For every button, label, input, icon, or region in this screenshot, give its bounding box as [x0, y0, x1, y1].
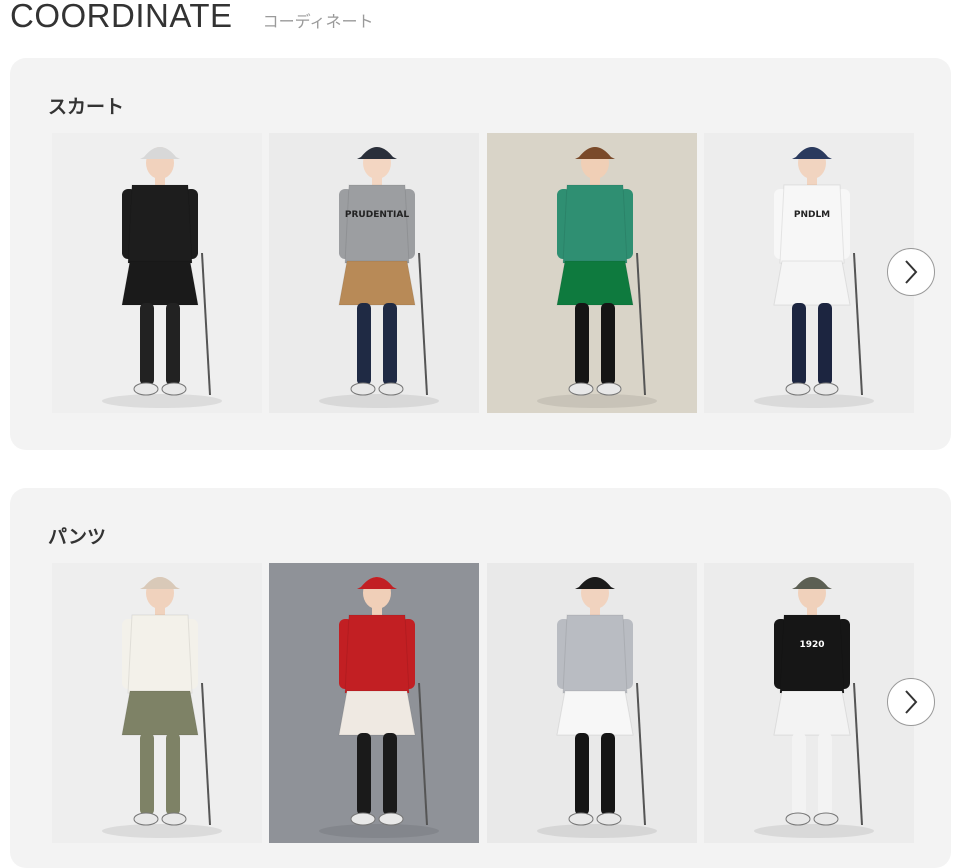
coordinate-photo-green-vest-green-skirt-look[interactable]: [487, 133, 697, 413]
coordinate-section-pants: パンツ 1920: [10, 488, 951, 868]
page-header: COORDINATE コーディネート: [10, 0, 373, 40]
section-title: スカート: [48, 96, 125, 118]
coordinate-photo-black-quilted-vest-skirt-look[interactable]: [52, 133, 262, 413]
coordinate-photo-white-long-vest-olive-pants-look[interactable]: [52, 563, 262, 843]
garment-print-text: PNDLM: [794, 210, 830, 220]
carousel-next-button[interactable]: [887, 248, 935, 296]
outfit-photo: [487, 563, 697, 843]
chevron-right-icon: [905, 690, 918, 714]
carousel-next-button[interactable]: [887, 678, 935, 726]
coordinate-photo-red-knit-white-shorts-look[interactable]: [269, 563, 479, 843]
coordinate-photo-patterned-sweater-white-skort-look[interactable]: [487, 563, 697, 843]
coordinate-photo-black-hoodie-white-pants-look[interactable]: 1920: [704, 563, 914, 843]
outfit-photo: [269, 563, 479, 843]
page-subtitle: コーディネート: [262, 12, 374, 31]
outfit-photo: [52, 563, 262, 843]
photo-carousel: 1920: [52, 563, 914, 843]
chevron-right-icon: [905, 260, 918, 284]
garment-print-text: 1920: [799, 640, 824, 650]
outfit-photo: PRUDENTIAL: [269, 133, 479, 413]
outfit-photo: PNDLM: [704, 133, 914, 413]
photo-carousel: PRUDENTIAL PNDLM: [52, 133, 914, 413]
outfit-photo: [52, 133, 262, 413]
coordinate-photo-white-sweatshirt-pleated-skirt-look[interactable]: PNDLM: [704, 133, 914, 413]
outfit-photo: [487, 133, 697, 413]
garment-print-text: PRUDENTIAL: [345, 210, 409, 220]
section-title: パンツ: [48, 526, 106, 548]
outfit-photo: 1920: [704, 563, 914, 843]
coordinate-section-skirt: スカート PRUDENTIAL PNDLM: [10, 58, 951, 450]
coordinate-photo-grey-sweater-camel-skirt-look[interactable]: PRUDENTIAL: [269, 133, 479, 413]
page-title: COORDINATE: [10, 0, 233, 34]
